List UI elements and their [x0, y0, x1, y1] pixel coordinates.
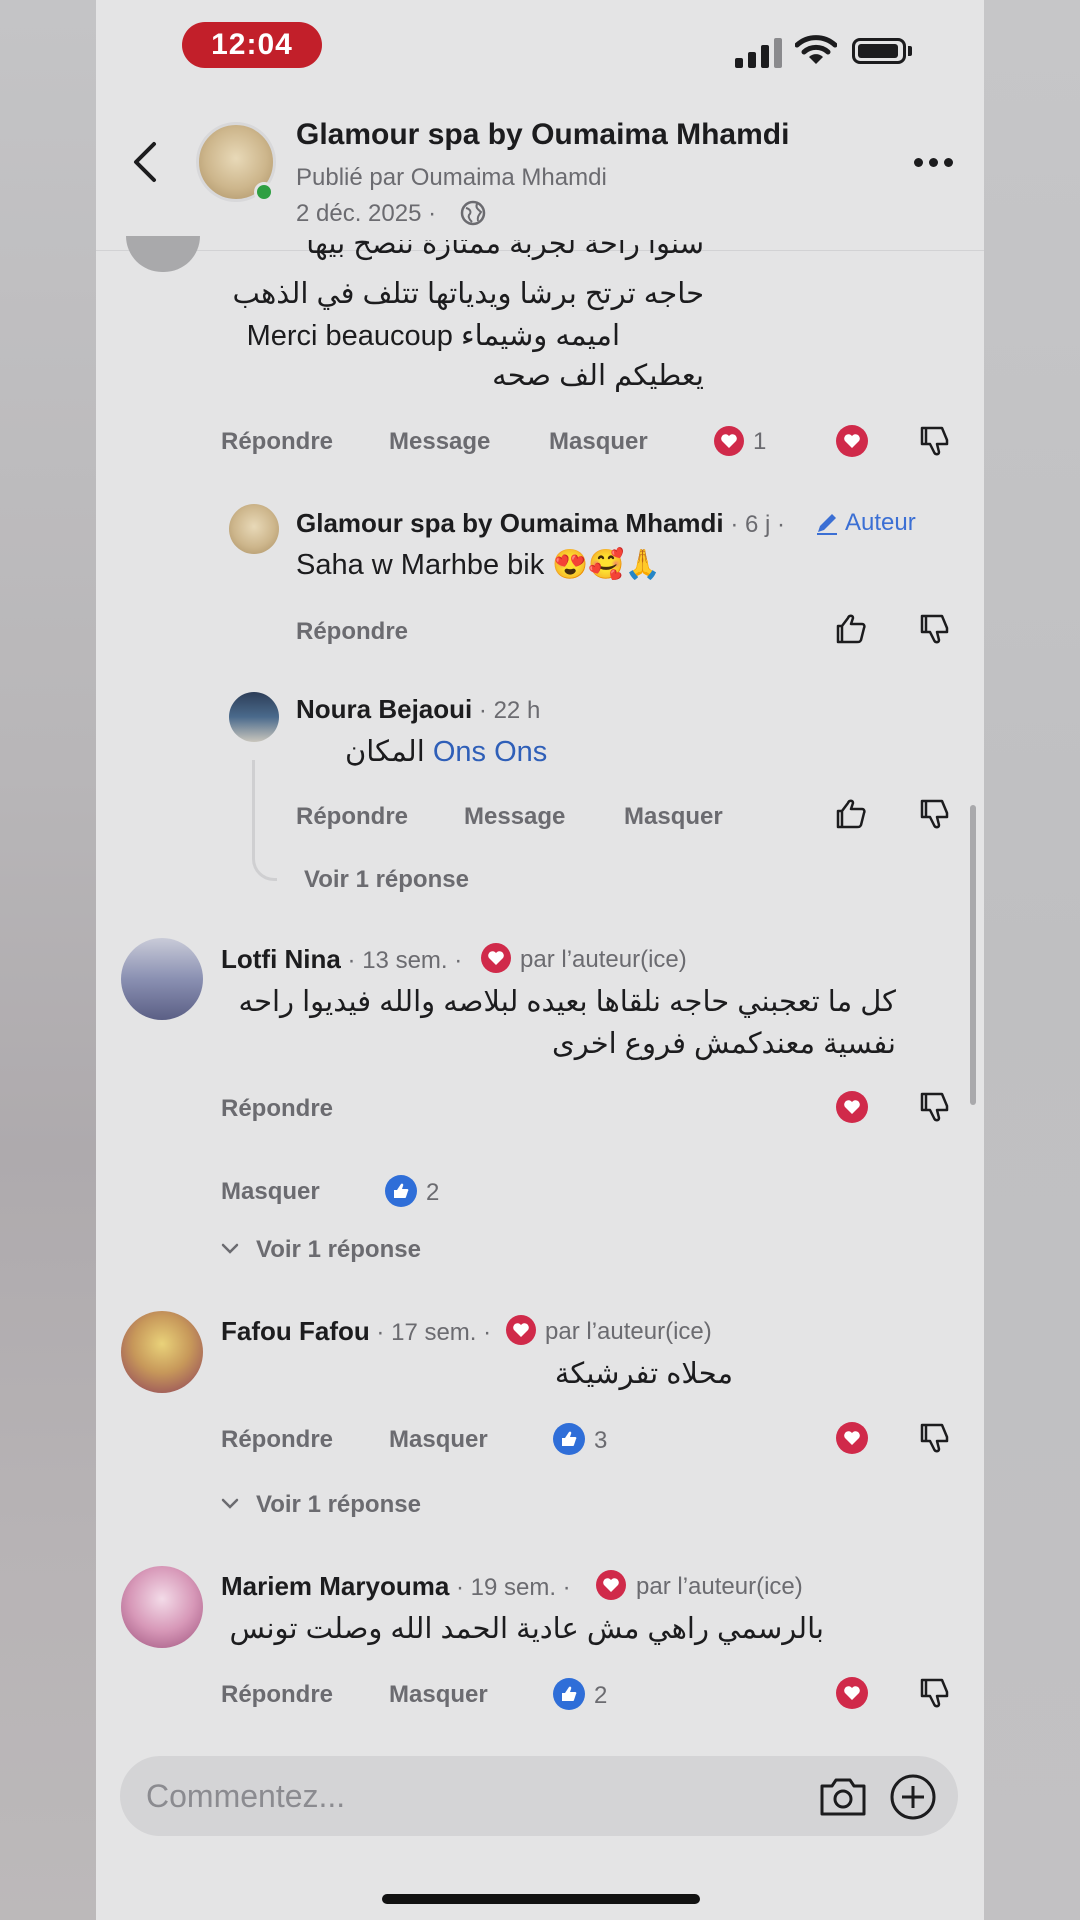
scrollbar[interactable] — [970, 805, 976, 1105]
love-react-button[interactable] — [836, 1091, 868, 1123]
comment-text: بالرسمي راهي مش عادية الحمد الله وصلت تو… — [229, 1613, 824, 1645]
camera-icon[interactable] — [818, 1774, 868, 1818]
pencil-icon — [817, 514, 837, 535]
reply-button[interactable]: Répondre — [221, 1681, 333, 1709]
reply-button[interactable]: Répondre — [221, 428, 333, 456]
reply-button[interactable]: Répondre — [221, 1095, 333, 1123]
home-indicator — [382, 1894, 700, 1904]
author-badge: Auteur — [845, 509, 916, 536]
hide-button[interactable]: Masquer — [389, 1681, 488, 1709]
dislike-icon[interactable] — [918, 1421, 952, 1455]
dislike-icon[interactable] — [918, 1090, 952, 1124]
heart-by-author-icon — [596, 1570, 626, 1600]
avatar[interactable] — [121, 1566, 203, 1648]
reply-button[interactable]: Répondre — [296, 618, 408, 646]
liked-by-author-label: par l’auteur(ice) — [636, 1573, 803, 1600]
dislike-icon[interactable] — [918, 1676, 952, 1710]
hide-button[interactable]: Masquer — [624, 803, 723, 831]
comment-author[interactable]: Lotfi Nina · 13 sem. · — [221, 944, 462, 975]
comment-text-line: يعطيكم الف صحه — [492, 360, 704, 392]
message-button[interactable]: Message — [464, 803, 565, 831]
add-icon[interactable] — [888, 1772, 938, 1822]
mention-link[interactable]: Ons Ons — [433, 736, 547, 768]
back-chevron-icon[interactable] — [130, 140, 160, 184]
globe-icon — [460, 200, 486, 226]
post-date: 2 déc. 2025 · — [296, 200, 437, 227]
thread-line — [252, 760, 277, 881]
online-status-dot — [254, 182, 274, 202]
comment-input-placeholder[interactable]: Commentez... — [146, 1778, 345, 1815]
hide-button[interactable]: Masquer — [389, 1426, 488, 1454]
page-title[interactable]: Glamour spa by Oumaima Mhamdi — [296, 118, 789, 152]
background-right — [984, 0, 1080, 1920]
comment-text: Saha w Marhbe bik 😍🥰🙏 — [296, 549, 661, 581]
view-replies-link[interactable]: Voir 1 réponse — [256, 1491, 421, 1519]
view-replies-link[interactable]: Voir 1 réponse — [256, 1236, 421, 1264]
love-react-button[interactable] — [836, 425, 868, 457]
heart-by-author-icon — [506, 1315, 536, 1345]
status-time: 12:04 — [182, 22, 322, 68]
like-icon[interactable] — [834, 797, 868, 831]
like-count: 2 — [594, 1682, 608, 1709]
message-button[interactable]: Message — [389, 428, 490, 456]
chevron-down-icon — [221, 1243, 239, 1254]
comment-text-line: سنوا راحة لجربة ممتازة ننصح بيها — [306, 240, 704, 260]
like-count: 2 — [426, 1179, 440, 1206]
comment-author[interactable]: Fafou Fafou · 17 sem. · — [221, 1316, 491, 1347]
avatar[interactable] — [121, 1311, 203, 1393]
avatar[interactable] — [229, 692, 279, 742]
liked-by-author-label: par l’auteur(ice) — [545, 1318, 712, 1345]
battery-tip — [908, 46, 912, 56]
reaction-count: 1 — [753, 428, 767, 455]
liked-by-author-label: par l’auteur(ice) — [520, 946, 687, 973]
dislike-icon[interactable] — [918, 424, 952, 458]
comment-text-line: نفسية معندكمش فروع اخرى — [552, 1028, 896, 1060]
view-replies-link[interactable]: Voir 1 réponse — [304, 866, 469, 894]
reply-button[interactable]: Répondre — [221, 1426, 333, 1454]
avatar[interactable] — [229, 504, 279, 554]
comment-author[interactable]: Glamour spa by Oumaima Mhamdi · 6 j · — [296, 508, 785, 539]
more-options-icon[interactable] — [914, 158, 953, 167]
comment-text: المكان Ons Ons — [345, 736, 548, 768]
comment-text-line: حاجه ترتح برشا ويدياتها تتلف في الذهب — [232, 278, 705, 310]
heart-by-author-icon — [481, 943, 511, 973]
hide-button[interactable]: Masquer — [549, 428, 648, 456]
like-reaction-icon — [385, 1175, 417, 1207]
like-reaction-icon — [553, 1423, 585, 1455]
comment-text: محلاه تفرشيكة — [554, 1358, 733, 1390]
like-icon[interactable] — [834, 612, 868, 646]
like-reaction-icon — [553, 1678, 585, 1710]
chevron-down-icon — [221, 1498, 239, 1509]
comment-author[interactable]: Mariem Maryouma · 19 sem. · — [221, 1571, 571, 1602]
background-left — [0, 0, 96, 1920]
battery-icon — [852, 38, 906, 64]
cellular-signal-icon — [735, 36, 782, 68]
published-by: Publié par Oumaima Mhamdi — [296, 164, 607, 191]
wifi-icon — [795, 35, 837, 64]
avatar[interactable] — [121, 938, 203, 1020]
heart-reaction-icon — [714, 426, 744, 456]
love-react-button[interactable] — [836, 1677, 868, 1709]
comment-author[interactable]: Noura Bejaoui · 22 h — [296, 694, 540, 725]
dislike-icon[interactable] — [918, 612, 952, 646]
comment-text-line: كل ما تعجبني حاجه نلقاها بعيده لبلاصه وا… — [238, 986, 896, 1018]
comment-text-line: اميمه وشيماء Merci beaucoup — [246, 320, 620, 352]
dislike-icon[interactable] — [918, 797, 952, 831]
reply-button[interactable]: Répondre — [296, 803, 408, 831]
like-count: 3 — [594, 1427, 608, 1454]
love-react-button[interactable] — [836, 1422, 868, 1454]
hide-button[interactable]: Masquer — [221, 1178, 320, 1206]
